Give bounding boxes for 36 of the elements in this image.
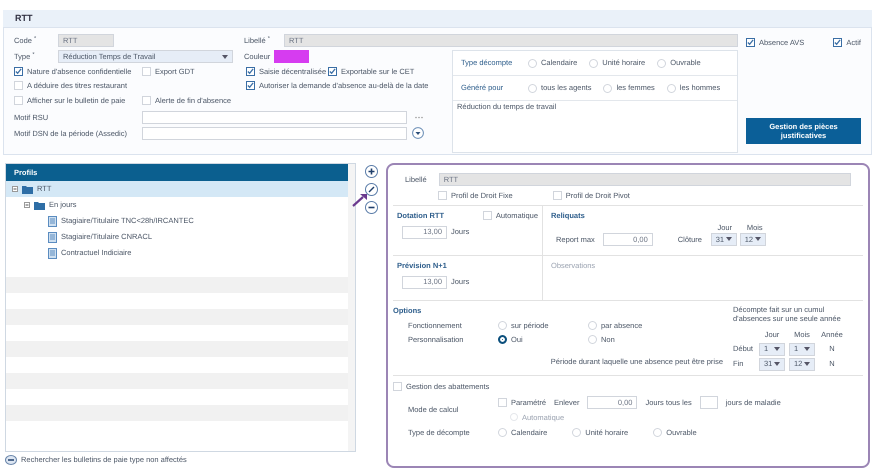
ellipsis-icon[interactable] (415, 116, 423, 119)
document-icon (48, 248, 57, 258)
folder-icon (34, 200, 45, 210)
scrollbar[interactable] (348, 164, 356, 451)
check-icon (15, 68, 22, 76)
arrow-annotation (352, 193, 368, 207)
input-field[interactable] (142, 110, 407, 124)
document-icon (48, 216, 57, 226)
color-swatch[interactable] (274, 50, 309, 63)
chevron-down-icon (804, 362, 810, 366)
checkbox-square[interactable] (328, 67, 337, 76)
collapse-icon[interactable] (12, 186, 18, 192)
check-icon (329, 68, 336, 76)
checkbox-square[interactable] (746, 38, 755, 48)
chevron-down-icon (726, 237, 732, 242)
input-field[interactable] (700, 396, 718, 409)
check-icon (834, 39, 842, 46)
remove-icon[interactable] (364, 201, 378, 214)
chevron-down-icon (774, 362, 780, 366)
document-icon (48, 232, 57, 242)
checkbox-square[interactable] (14, 67, 23, 76)
chevron-down-icon (804, 347, 810, 351)
chevron-down-icon (774, 347, 780, 351)
collapse-icon[interactable] (24, 202, 30, 208)
chevron-down-icon (222, 54, 228, 58)
add-icon[interactable] (364, 165, 378, 178)
checkbox-square[interactable] (833, 38, 842, 48)
chevron-down-icon (754, 237, 761, 242)
page-title: RTT (15, 12, 32, 25)
edit-icon[interactable] (364, 183, 378, 196)
folder-icon (22, 184, 33, 194)
check-icon (747, 39, 754, 46)
input-field[interactable] (142, 126, 407, 140)
checkbox-square[interactable] (246, 67, 255, 76)
checkbox-square[interactable] (246, 81, 255, 90)
dropdown-circle-icon[interactable] (412, 127, 424, 140)
